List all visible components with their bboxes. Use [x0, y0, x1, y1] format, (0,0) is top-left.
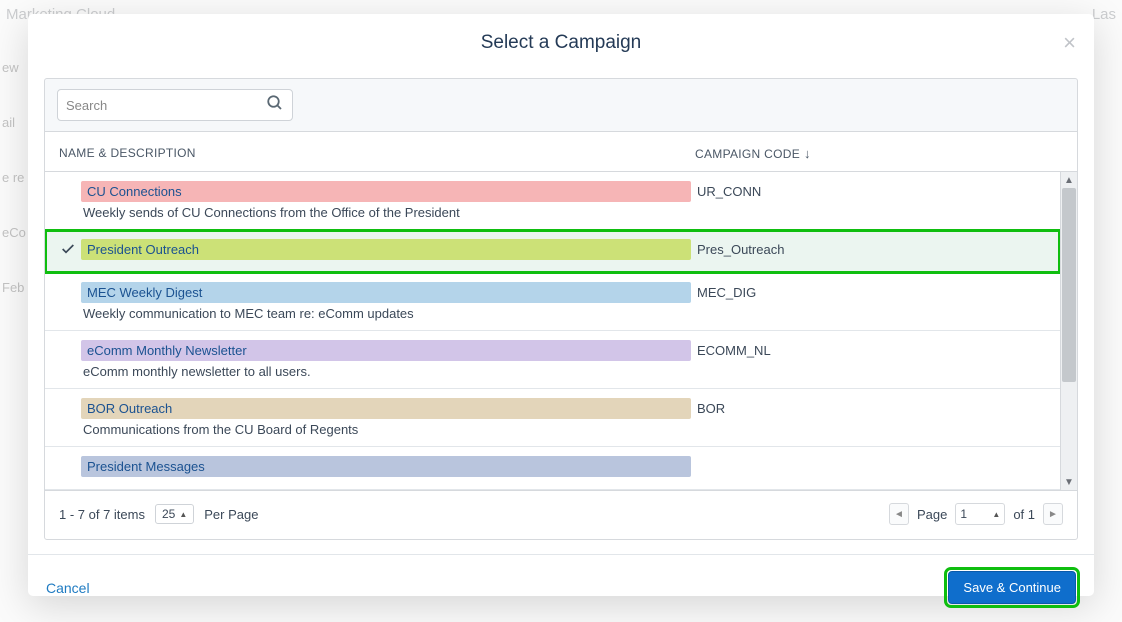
campaign-description: Communications from the CU Board of Rege…: [81, 422, 691, 437]
table-body: CU Connections Weekly sends of CU Connect…: [45, 172, 1060, 490]
next-page-button[interactable]: ►: [1043, 503, 1063, 525]
of-label: of 1: [1013, 507, 1035, 522]
row-checkmark: [55, 456, 81, 458]
search-input[interactable]: [66, 98, 266, 113]
table-row[interactable]: eComm Monthly Newsletter eComm monthly ne…: [45, 331, 1060, 389]
row-checkmark: [55, 398, 81, 400]
pagination-bar: 1 - 7 of 7 items 25 ▲ Per Page ◄ Page 1 …: [44, 490, 1078, 540]
save-continue-button[interactable]: Save & Continue: [948, 571, 1076, 604]
close-icon[interactable]: ×: [1063, 32, 1076, 54]
modal-footer: Cancel Save & Continue: [28, 554, 1094, 620]
campaign-name-pill: eComm Monthly Newsletter: [81, 340, 691, 361]
campaign-code: UR_CONN: [691, 181, 1050, 199]
campaign-code: [691, 456, 1050, 459]
page-number-value: 1: [960, 507, 967, 521]
prev-page-button[interactable]: ◄: [889, 503, 909, 525]
scrollbar[interactable]: ▲ ▼: [1060, 172, 1077, 490]
scroll-up-icon[interactable]: ▲: [1061, 172, 1077, 188]
page-label: Page: [917, 507, 947, 522]
campaign-name-pill: BOR Outreach: [81, 398, 691, 419]
per-page-label: Per Page: [204, 507, 258, 522]
modal-title: Select a Campaign: [481, 32, 642, 54]
table-row[interactable]: CU Connections Weekly sends of CU Connect…: [45, 172, 1060, 230]
select-campaign-modal: Select a Campaign × NAME & DESCRIPTION C…: [28, 14, 1094, 596]
campaign-code: MEC_DIG: [691, 282, 1050, 300]
cancel-button[interactable]: Cancel: [46, 580, 90, 596]
items-summary: 1 - 7 of 7 items: [59, 507, 145, 522]
modal-header: Select a Campaign ×: [28, 14, 1094, 78]
sort-desc-icon: ↓: [804, 146, 811, 161]
table-row[interactable]: MEC Weekly Digest Weekly communication to…: [45, 273, 1060, 331]
table-row[interactable]: BOR Outreach Communications from the CU B…: [45, 389, 1060, 447]
campaign-description: Weekly sends of CU Connections from the …: [81, 205, 691, 220]
row-name-cell: President Messages: [81, 456, 691, 480]
search-icon[interactable]: [266, 94, 284, 117]
row-name-cell: eComm Monthly Newsletter eComm monthly ne…: [81, 340, 691, 379]
col-header-name[interactable]: NAME & DESCRIPTION: [59, 146, 695, 161]
row-name-cell: MEC Weekly Digest Weekly communication to…: [81, 282, 691, 321]
campaign-name-pill: MEC Weekly Digest: [81, 282, 691, 303]
table-row[interactable]: President Messages: [45, 447, 1060, 490]
campaign-name-pill: CU Connections: [81, 181, 691, 202]
campaign-code: ECOMM_NL: [691, 340, 1050, 358]
col-header-code[interactable]: CAMPAIGN CODE ↓: [695, 146, 1063, 161]
row-checkmark: [55, 282, 81, 284]
row-name-cell: President Outreach: [81, 239, 691, 263]
per-page-value: 25: [162, 507, 175, 521]
row-name-cell: CU Connections Weekly sends of CU Connect…: [81, 181, 691, 220]
table-header: NAME & DESCRIPTION CAMPAIGN CODE ↓: [44, 132, 1078, 172]
table-row[interactable]: President OutreachPres_Outreach: [45, 230, 1060, 273]
row-checkmark: [55, 340, 81, 342]
campaign-description: eComm monthly newsletter to all users.: [81, 364, 691, 379]
dropdown-up-icon: ▲: [179, 510, 187, 519]
row-checkmark: [55, 181, 81, 183]
dropdown-up-icon: ▲: [992, 510, 1000, 519]
campaign-name-pill: President Outreach: [81, 239, 691, 260]
campaign-code: Pres_Outreach: [691, 239, 1050, 257]
per-page-select[interactable]: 25 ▲: [155, 504, 194, 524]
scroll-down-icon[interactable]: ▼: [1061, 474, 1077, 490]
campaign-name-pill: President Messages: [81, 456, 691, 477]
scroll-track[interactable]: [1061, 188, 1077, 474]
campaign-code: BOR: [691, 398, 1050, 416]
scroll-thumb[interactable]: [1062, 188, 1076, 382]
row-checkmark: [55, 239, 81, 257]
col-header-code-label: CAMPAIGN CODE: [695, 147, 800, 161]
row-name-cell: BOR Outreach Communications from the CU B…: [81, 398, 691, 437]
search-field[interactable]: [57, 89, 293, 121]
page-number-input[interactable]: 1 ▲: [955, 503, 1005, 525]
search-panel: [44, 78, 1078, 132]
campaign-description: Weekly communication to MEC team re: eCo…: [81, 306, 691, 321]
